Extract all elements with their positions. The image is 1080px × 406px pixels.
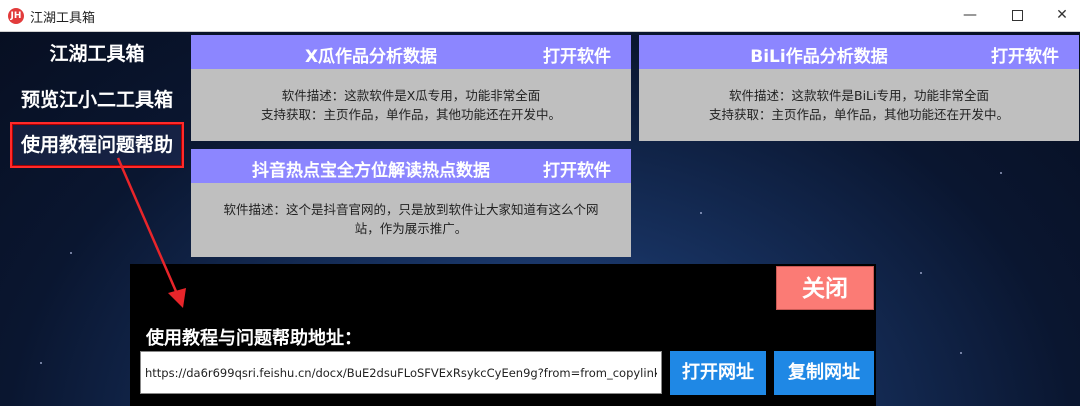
- open-software-button[interactable]: 打开软件: [543, 156, 611, 181]
- card-desc-line: 软件描述：这款软件是X瓜专用，功能非常全面: [281, 88, 541, 103]
- card-desc-line: 软件描述：这个是抖音官网的，只是放到软件让大家知道有这么个网: [223, 202, 599, 217]
- copy-url-button[interactable]: 复制网址: [774, 351, 874, 395]
- window-title: 江湖工具箱: [30, 11, 96, 26]
- maximize-icon: [1011, 9, 1023, 21]
- sidebar-item-jianghu-toolbox[interactable]: 江湖工具箱: [10, 34, 184, 74]
- card-desc-line: 支持获取：主页作品，单作品，其他功能还在开发中。: [260, 107, 561, 122]
- card-description: 软件描述：这个是抖音官网的，只是放到软件让大家知道有这么个网 站，作为展示推广。: [191, 183, 631, 238]
- card-title: X瓜作品分析数据: [304, 47, 438, 67]
- card-header: 抖音热点宝全方位解读热点数据 打开软件: [191, 149, 631, 183]
- window-titlebar: JH 江湖工具箱 — ✕: [0, 0, 1080, 32]
- open-software-button[interactable]: 打开软件: [543, 42, 611, 67]
- software-card-xigua: X瓜作品分析数据 打开软件 软件描述：这款软件是X瓜专用，功能非常全面 支持获取…: [191, 35, 631, 141]
- card-description: 软件描述：这款软件是BiLi专用，功能非常全面 支持获取：主页作品，单作品，其他…: [639, 69, 1079, 124]
- minimize-button[interactable]: —: [950, 4, 990, 26]
- card-desc-line: 站，作为展示推广。: [354, 221, 468, 236]
- help-url-input[interactable]: [140, 351, 662, 394]
- card-title: 抖音热点宝全方位解读热点数据: [252, 161, 490, 181]
- app-logo-icon: JH: [8, 8, 24, 24]
- card-title: BiLi作品分析数据: [750, 47, 888, 67]
- software-card-bili: BiLi作品分析数据 打开软件 软件描述：这款软件是BiLi专用，功能非常全面 …: [639, 35, 1079, 141]
- card-desc-line: 支持获取：主页作品，单作品，其他功能还在开发中。: [708, 107, 1009, 122]
- open-software-button[interactable]: 打开软件: [991, 42, 1059, 67]
- maximize-button[interactable]: [997, 4, 1037, 26]
- card-header: X瓜作品分析数据 打开软件: [191, 35, 631, 69]
- software-card-douyin: 抖音热点宝全方位解读热点数据 打开软件 软件描述：这个是抖音官网的，只是放到软件…: [191, 149, 631, 257]
- open-url-button[interactable]: 打开网址: [670, 351, 766, 395]
- help-address-label: 使用教程与问题帮助地址：: [146, 328, 362, 349]
- close-window-button[interactable]: ✕: [1042, 4, 1080, 26]
- card-description: 软件描述：这款软件是X瓜专用，功能非常全面 支持获取：主页作品，单作品，其他功能…: [191, 69, 631, 124]
- card-header: BiLi作品分析数据 打开软件: [639, 35, 1079, 69]
- card-desc-line: 软件描述：这款软件是BiLi专用，功能非常全面: [729, 88, 989, 103]
- close-dialog-button[interactable]: 关闭: [776, 266, 874, 310]
- sidebar-item-help-tutorial[interactable]: 使用教程问题帮助: [10, 122, 184, 168]
- sidebar-item-preview-toolbox[interactable]: 预览江小二工具箱: [10, 80, 184, 120]
- help-dialog: 关闭 使用教程与问题帮助地址： 打开网址 复制网址: [130, 264, 876, 406]
